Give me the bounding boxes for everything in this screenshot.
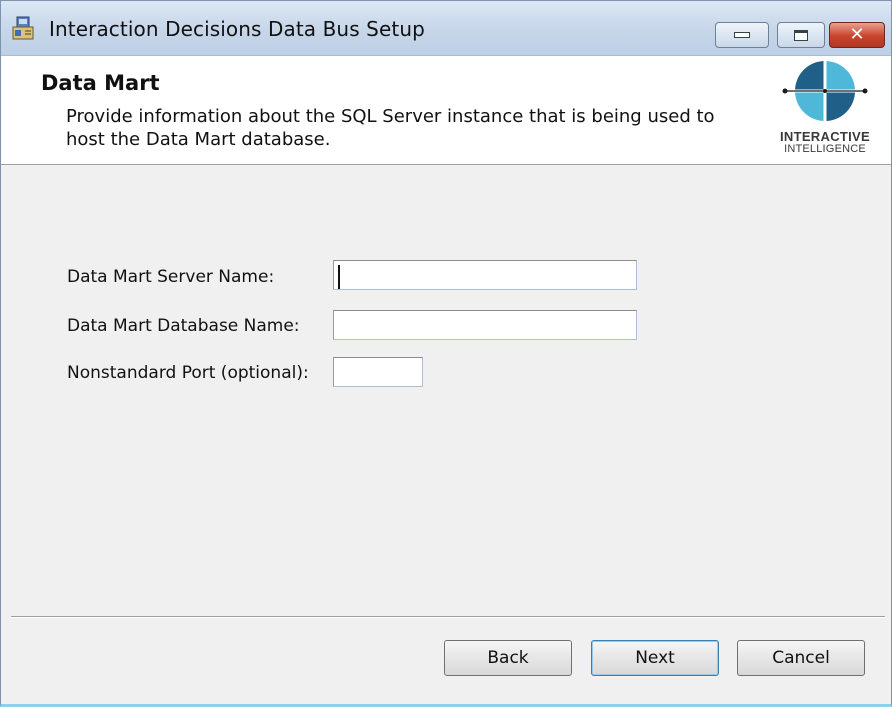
- back-button[interactable]: Back: [444, 640, 572, 676]
- port-label: Nonstandard Port (optional):: [67, 363, 309, 383]
- maximize-button[interactable]: [777, 22, 825, 48]
- logo-mark-icon: [781, 59, 869, 123]
- installer-app-icon: [11, 15, 37, 41]
- server-name-label: Data Mart Server Name:: [67, 267, 275, 287]
- window-title: Interaction Decisions Data Bus Setup: [49, 17, 425, 41]
- logo-text-line2: INTELLIGENCE: [784, 143, 866, 155]
- port-input[interactable]: [333, 357, 423, 387]
- close-icon: ✕: [849, 24, 865, 45]
- title-bar[interactable]: Interaction Decisions Data Bus Setup ✕: [1, 1, 891, 56]
- minimize-button[interactable]: [715, 22, 769, 48]
- database-name-input[interactable]: [333, 310, 637, 340]
- text-caret: [338, 265, 340, 289]
- page-description: Provide information about the SQL Server…: [66, 106, 715, 150]
- page-title: Data Mart: [41, 71, 160, 95]
- interactive-intelligence-logo: INTERACTIVE INTELLIGENCE: [773, 59, 877, 159]
- close-button[interactable]: ✕: [829, 22, 885, 48]
- database-name-label: Data Mart Database Name:: [67, 316, 300, 336]
- footer-divider: [11, 616, 885, 618]
- maximize-icon: [794, 29, 808, 41]
- minimize-icon: [734, 32, 750, 38]
- setup-window: Interaction Decisions Data Bus Setup ✕ D…: [0, 0, 892, 707]
- next-button[interactable]: Next: [591, 640, 719, 676]
- cancel-button[interactable]: Cancel: [737, 640, 865, 676]
- server-name-input[interactable]: [333, 260, 637, 290]
- page-header: Data Mart Provide information about the …: [1, 56, 891, 165]
- logo-text-line1: INTERACTIVE: [780, 129, 870, 144]
